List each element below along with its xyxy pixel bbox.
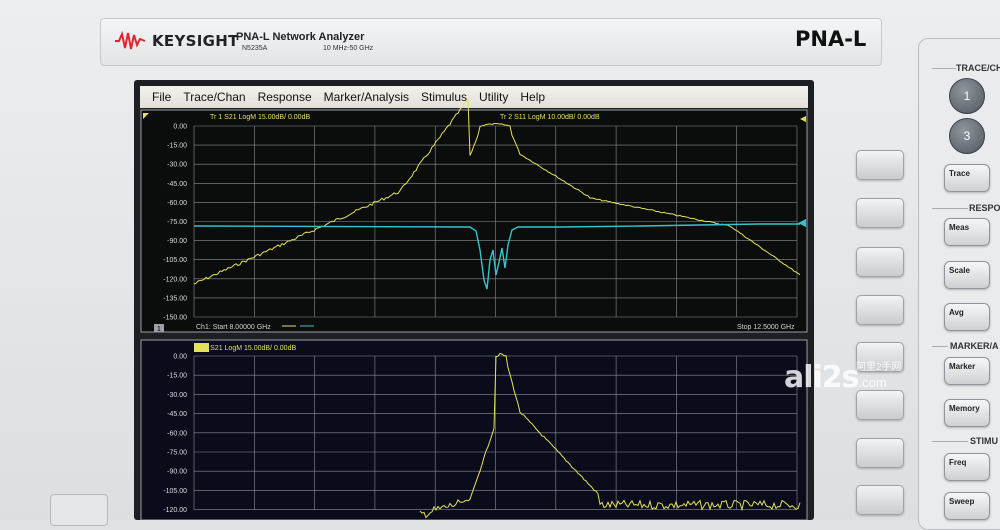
softkey-2[interactable] <box>856 198 904 228</box>
softkey-1[interactable] <box>856 150 904 180</box>
group-divider <box>932 346 948 347</box>
lower-window-bg <box>141 340 807 520</box>
trace3-label[interactable]: Tr 3 S21 LogM 15.00dB/ 0.00dB <box>196 345 296 352</box>
watermark: ali2s.com 阿里2手网 <box>784 360 902 395</box>
meas-button[interactable]: Meas <box>944 218 990 246</box>
upper-window-bg <box>141 110 807 332</box>
y-tick-label: -30.00 <box>167 162 187 169</box>
y-tick-label: -90.00 <box>167 469 187 476</box>
start-frequency[interactable]: Ch1: Start 8.00000 GHz <box>196 324 271 331</box>
y-tick-label: -105.00 <box>163 488 187 495</box>
y-tick-label: -15.00 <box>167 373 187 380</box>
watermark-suffix: .com <box>858 375 887 390</box>
y-tick-label: -120.00 <box>163 276 187 283</box>
y-tick-label: -60.00 <box>167 200 187 207</box>
y-tick-label: -45.00 <box>167 181 187 188</box>
softkey-3[interactable] <box>856 247 904 277</box>
softkey-4[interactable] <box>856 295 904 325</box>
scale-button[interactable]: Scale <box>944 261 990 289</box>
freq-button[interactable]: Freq <box>944 453 990 481</box>
group-divider <box>932 441 968 442</box>
y-tick-label: -45.00 <box>167 411 187 418</box>
avg-button[interactable]: Avg <box>944 303 990 331</box>
stop-frequency[interactable]: Stop 12.5000 GHz <box>737 324 795 331</box>
window-number: 1 <box>157 326 161 333</box>
y-tick-label: -120.00 <box>163 507 187 514</box>
y-tick-label: -135.00 <box>163 295 187 302</box>
trace-button[interactable]: Trace <box>944 164 990 192</box>
group-divider <box>932 68 956 69</box>
watermark-text: ali2s <box>784 360 860 395</box>
y-tick-label: -30.00 <box>167 392 187 399</box>
y-tick-label: -90.00 <box>167 238 187 245</box>
trace2-label[interactable]: Tr 2 S11 LogM 10.00dB/ 0.00dB <box>500 114 600 121</box>
y-tick-label: 0.00 <box>173 354 187 361</box>
trace-3-button[interactable]: 3 <box>949 118 985 154</box>
front-port-cover <box>50 494 108 526</box>
sweep-button[interactable]: Sweep <box>944 492 990 520</box>
watermark-cn: 阿里2手网 <box>856 362 902 373</box>
stimulus-group-label: STIMU <box>970 436 998 446</box>
softkey-8[interactable] <box>856 485 904 515</box>
lower-y-axis: 0.00 -15.00 -30.00 -45.00 -60.00 -75.00 -90.00… <box>163 354 187 515</box>
y-tick-label: -15.00 <box>167 143 187 150</box>
memory-button[interactable]: Memory <box>944 399 990 427</box>
trace-1-button[interactable]: 1 <box>949 78 985 114</box>
y-tick-label: -105.00 <box>163 257 187 264</box>
trace1-label[interactable]: Tr 1 S21 LogM 15.00dB/ 0.00dB <box>210 114 310 121</box>
trace-channel-group-label: TRACE/CH <box>956 63 1000 73</box>
y-tick-label: -60.00 <box>167 430 187 437</box>
response-group-label: RESPO <box>969 203 1000 213</box>
measurement-display: 0.00 -15.00 -30.00 -45.00 -60.00 -75.00 -90.00… <box>140 97 808 520</box>
softkey-7[interactable] <box>856 438 904 468</box>
marker-button[interactable]: Marker <box>944 357 990 385</box>
y-tick-label: -150.00 <box>163 315 187 322</box>
y-tick-label: -75.00 <box>167 450 187 457</box>
y-tick-label: 0.00 <box>173 124 187 131</box>
marker-group-label: MARKER/A <box>950 341 999 351</box>
y-tick-label: -75.00 <box>167 219 187 226</box>
group-divider <box>932 208 968 209</box>
